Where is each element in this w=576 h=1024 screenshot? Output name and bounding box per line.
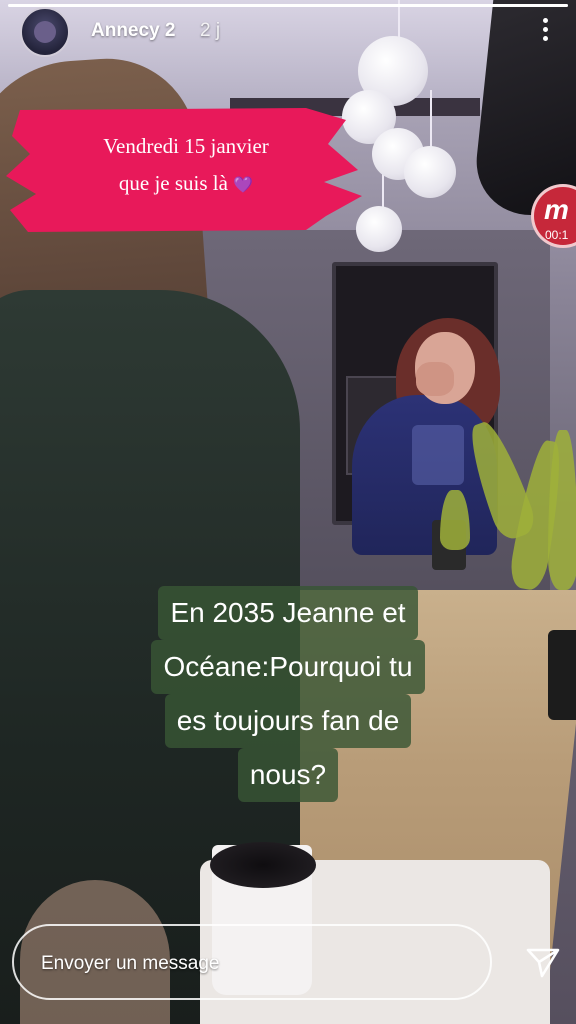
caption-text-block: En 2035 Jeanne et Océane:Pourquoi tu es … xyxy=(0,586,576,802)
purple-heart-icon: 💜 xyxy=(233,177,254,194)
more-vertical-icon[interactable] xyxy=(534,14,556,50)
send-icon[interactable] xyxy=(522,942,562,982)
caption-line: nous? xyxy=(237,748,339,802)
sticker-line-1: Vendredi 15 janvier xyxy=(103,134,269,158)
message-placeholder: Envoyer un message xyxy=(41,953,220,974)
story-header: Annecy 2 2 j xyxy=(0,0,576,64)
caption-line: En 2035 Jeanne et xyxy=(158,586,418,640)
caption-line: es toujours fan de xyxy=(164,694,412,748)
date-sticker: Vendredi 15 janvier que je suis là 💜 xyxy=(6,106,362,234)
sticker-line-2: que je suis là xyxy=(118,171,228,195)
media-badge: m 00:1 xyxy=(531,184,576,256)
avatar[interactable] xyxy=(20,7,70,57)
badge-time: 00:1 xyxy=(545,228,569,242)
post-age: 2 j xyxy=(200,20,221,41)
badge-letter: m xyxy=(544,194,569,225)
caption-line: Océane:Pourquoi tu xyxy=(151,640,425,694)
message-input[interactable]: Envoyer un message xyxy=(12,924,492,1000)
account-name[interactable]: Annecy 2 xyxy=(91,20,175,42)
